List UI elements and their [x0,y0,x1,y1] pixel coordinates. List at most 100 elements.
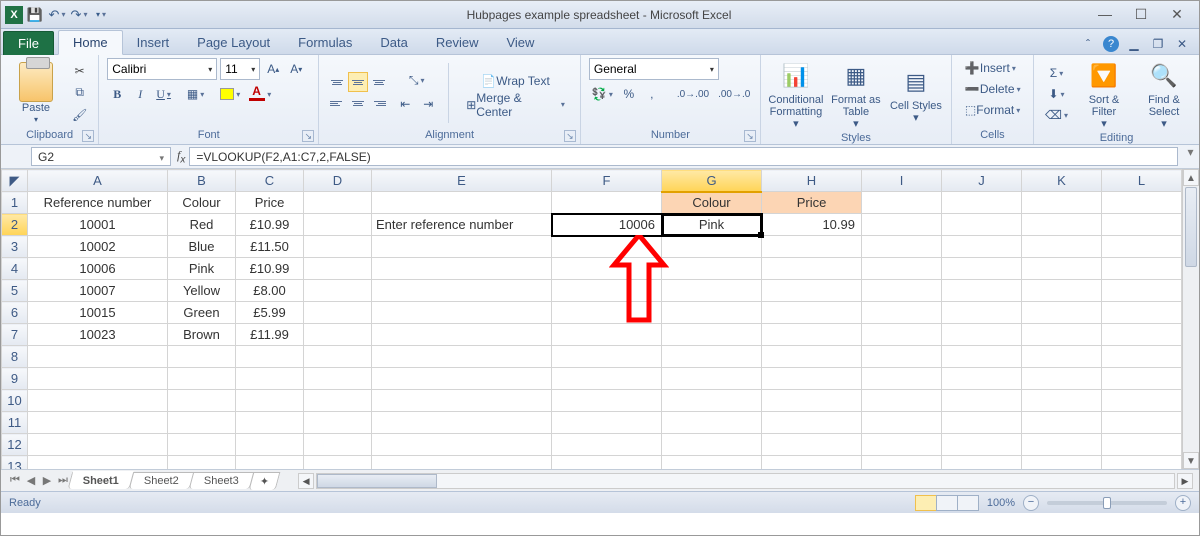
alignment-dialog-icon[interactable]: ↘ [564,130,576,142]
hscroll-thumb[interactable] [317,474,437,488]
italic-button[interactable]: I [130,84,150,104]
row-header-9[interactable]: 9 [2,368,28,390]
cell-h2[interactable]: 10.99 [762,214,862,236]
clipboard-dialog-icon[interactable]: ↘ [82,130,94,142]
cell-d2[interactable] [304,214,372,236]
align-top-button[interactable] [327,72,347,92]
row-header-3[interactable]: 3 [2,236,28,258]
number-dialog-icon[interactable]: ↘ [744,130,756,142]
window-minimize-icon[interactable]: ▁ [1125,37,1143,51]
row-header-12[interactable]: 12 [2,434,28,456]
page-layout-view-button[interactable] [936,495,958,511]
scroll-down-button[interactable]: ▼ [1183,452,1199,469]
redo-icon[interactable]: ↷ [69,5,89,25]
bold-button[interactable]: B [107,84,127,104]
expand-formula-bar-icon[interactable]: ▾ [1182,145,1199,168]
fill-button[interactable]: ⬇ [1042,84,1071,104]
paste-button[interactable]: Paste▾ [9,60,63,126]
cell-a1[interactable]: Reference number [28,192,168,214]
col-header-l[interactable]: L [1102,170,1182,192]
font-size-combo[interactable]: ▾ [220,58,260,80]
percent-button[interactable]: % [619,84,639,104]
window-close-icon[interactable]: ✕ [1173,37,1191,51]
row-header-2[interactable]: 2 [2,214,28,236]
col-header-i[interactable]: I [862,170,942,192]
increase-decimal-button[interactable]: .0→.00 [674,84,712,104]
normal-view-button[interactable] [915,495,937,511]
fill-color-button[interactable] [217,84,243,104]
tab-view[interactable]: View [492,31,548,54]
minimize-ribbon-icon[interactable]: ˆ [1079,37,1097,51]
increase-font-button[interactable]: A▴ [263,59,283,79]
row-header-10[interactable]: 10 [2,390,28,412]
col-header-f[interactable]: F [552,170,662,192]
col-header-e[interactable]: E [372,170,552,192]
decrease-decimal-button[interactable]: .00→.0 [715,84,753,104]
hscroll-right-button[interactable]: ▶ [1177,473,1193,489]
conditional-formatting-button[interactable]: 📊Conditional Formatting ▾ [769,58,823,130]
orientation-button[interactable]: ⤡ [395,71,438,91]
cell-c1[interactable]: Price [236,192,304,214]
cell-i1[interactable] [862,192,942,214]
cut-button[interactable]: ✂ [69,61,90,81]
cell-a2[interactable]: 10001 [28,214,168,236]
cell-g2-selected[interactable]: Pink [662,214,762,236]
minimize-button[interactable]: — [1091,6,1119,23]
sheet-tab-1[interactable]: Sheet1 [68,471,135,489]
number-format-combo[interactable]: ▾ [589,58,719,80]
page-break-view-button[interactable] [957,495,979,511]
col-header-c[interactable]: C [236,170,304,192]
clear-button[interactable]: ⌫ [1042,105,1071,125]
cell-f2[interactable]: 10006 [552,214,662,236]
font-color-button[interactable] [246,84,274,104]
increase-indent-button[interactable]: ⇥ [418,94,438,114]
wrap-text-button[interactable]: 📄 Wrap Text [459,71,572,91]
align-middle-button[interactable] [348,72,368,92]
align-left-button[interactable] [327,93,347,113]
font-dialog-icon[interactable]: ↘ [302,130,314,142]
cell-b1[interactable]: Colour [168,192,236,214]
zoom-slider[interactable] [1047,501,1167,505]
vertical-scrollbar[interactable]: ▲ ▼ [1182,169,1199,469]
format-as-table-button[interactable]: ▦Format as Table ▾ [829,58,883,130]
sort-filter-button[interactable]: 🔽Sort & Filter ▾ [1077,58,1131,130]
sheet-tab-2[interactable]: Sheet2 [129,472,194,489]
format-painter-button[interactable]: 🖌 [69,105,90,125]
worksheet-grid[interactable]: ◤ A B C D E F G H I J K L 1 Reference nu… [1,169,1199,469]
format-cells-button[interactable]: ⬚ Format [960,100,1025,120]
help-icon[interactable]: ? [1103,36,1119,52]
cell-g1[interactable]: Colour [662,192,762,214]
row-header-7[interactable]: 7 [2,324,28,346]
copy-button[interactable]: ⧉ [69,83,90,103]
sheet-nav-next-icon[interactable]: ▶ [39,474,55,487]
row-header-13[interactable]: 13 [2,456,28,470]
tab-formulas[interactable]: Formulas [284,31,366,54]
border-button[interactable]: ▦ [184,84,207,104]
undo-icon[interactable]: ↶ [47,5,67,25]
tab-review[interactable]: Review [422,31,493,54]
col-header-a[interactable]: A [28,170,168,192]
formula-bar[interactable]: =VLOOKUP(F2,A1:C7,2,FALSE) [189,147,1178,166]
underline-button[interactable]: U [153,84,174,104]
cell-d1[interactable] [304,192,372,214]
save-icon[interactable]: 💾 [25,5,45,25]
fx-icon[interactable]: fx [177,148,185,165]
cell-h1[interactable]: Price [762,192,862,214]
select-all-button[interactable]: ◤ [2,170,28,192]
scroll-thumb[interactable] [1185,187,1197,267]
cell-e2[interactable]: Enter reference number [372,214,552,236]
cell-c2[interactable]: £10.99 [236,214,304,236]
cell-f1[interactable] [552,192,662,214]
hscroll-left-button[interactable]: ◀ [298,473,314,489]
align-bottom-button[interactable] [369,72,389,92]
row-header-11[interactable]: 11 [2,412,28,434]
maximize-button[interactable]: ☐ [1127,6,1155,23]
cell-e1[interactable] [372,192,552,214]
sheet-nav-first-icon[interactable]: ⏮ [7,474,23,487]
tab-insert[interactable]: Insert [123,31,184,54]
horizontal-scrollbar[interactable]: ◀ ▶ [298,473,1193,489]
sheet-nav-prev-icon[interactable]: ◀ [23,474,39,487]
close-button[interactable]: ✕ [1163,6,1191,23]
tab-data[interactable]: Data [366,31,421,54]
cell-styles-button[interactable]: ▤Cell Styles ▾ [889,64,943,124]
